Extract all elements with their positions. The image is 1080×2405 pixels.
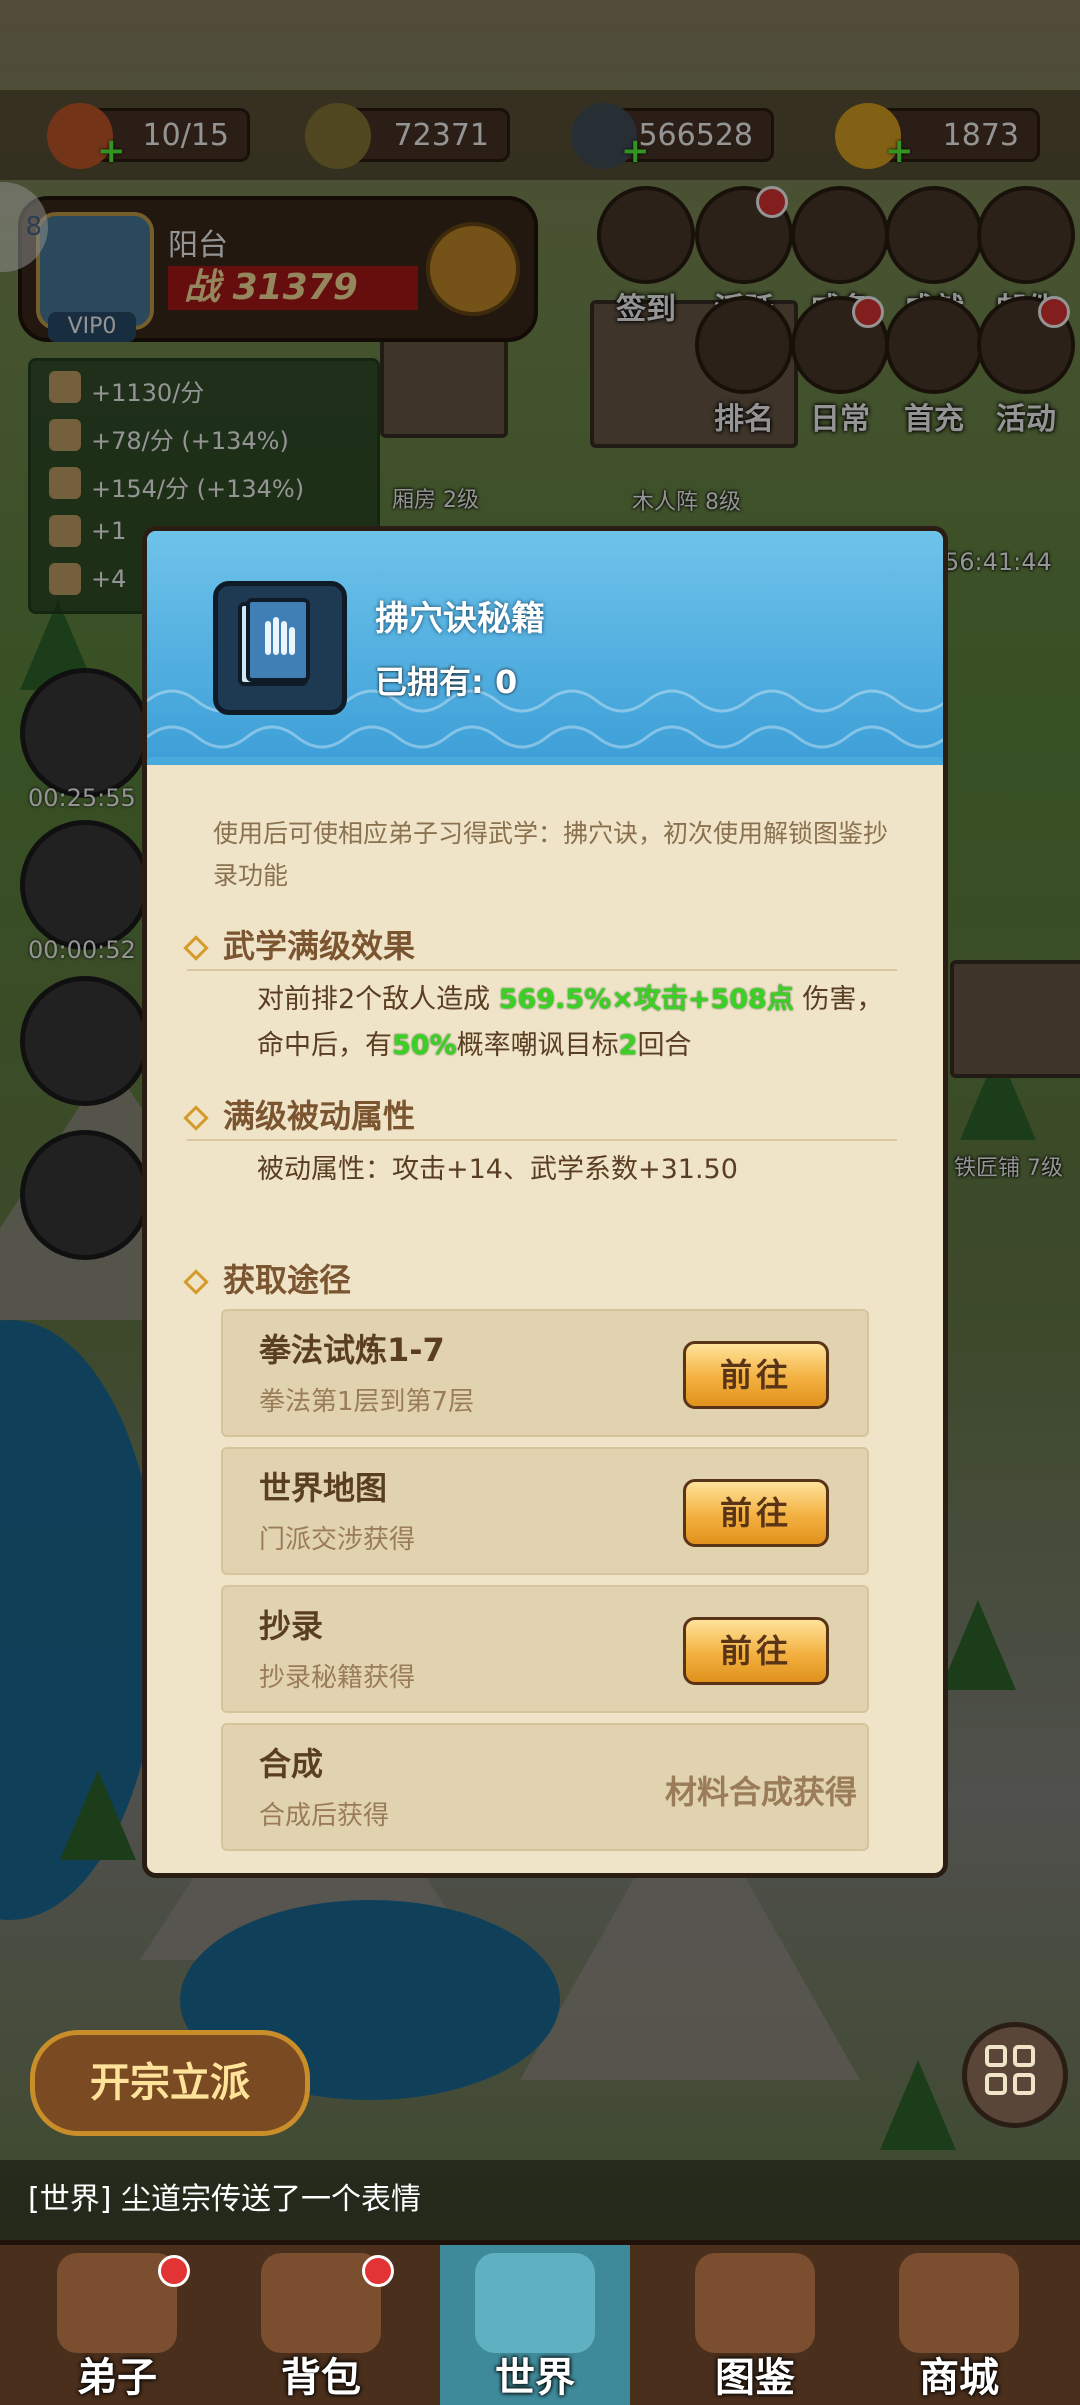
effect-text: 概率嘲讽目标 [456, 1030, 619, 1061]
effect-text: 对前排2个敌人造成 [257, 984, 499, 1015]
go-button[interactable]: 前往 [683, 1479, 829, 1547]
route-name: 抄录 [259, 1607, 324, 1645]
item-detail-modal: 拂穴诀秘籍 已拥有: 0 使用后可使相应弟子习得武学：拂穴诀，初次使用解锁图鉴抄… [142, 526, 948, 1878]
tab-disciples[interactable]: 弟子 [22, 2245, 212, 2405]
effect-text: 回合 [637, 1030, 692, 1061]
section-max-effect: 武学满级效果 [183, 921, 416, 967]
passive-text: 被动属性：攻击+14、武学系数+31.50 [257, 1154, 738, 1185]
item-icon-frame [213, 581, 347, 715]
notification-badge [158, 2255, 190, 2287]
route-subtitle: 抄录秘籍获得 [259, 1663, 416, 1693]
go-button[interactable]: 前往 [683, 1341, 829, 1409]
tab-label: 背包 [281, 2355, 361, 2401]
max-effect-text: 对前排2个敌人造成 569.5%×攻击+508点 伤害，命中后，有50%概率嘲讽… [257, 977, 897, 1069]
codex-icon [695, 2253, 815, 2353]
wave-decoration [147, 725, 943, 749]
diamond-icon [183, 1269, 209, 1295]
grid-icon [985, 2045, 1035, 2095]
effect-highlight: 50% [392, 1030, 457, 1061]
section-title: 满级被动属性 [223, 1097, 416, 1135]
go-button[interactable]: 前往 [683, 1617, 829, 1685]
diamond-icon [183, 935, 209, 961]
book-icon [238, 598, 310, 686]
notification-badge [362, 2255, 394, 2287]
section-title: 获取途径 [223, 1261, 352, 1299]
tab-shop[interactable]: 商城 [864, 2245, 1054, 2405]
route-subtitle: 门派交涉获得 [259, 1525, 416, 1555]
tab-codex[interactable]: 图鉴 [660, 2245, 850, 2405]
route-name: 合成 [259, 1745, 324, 1783]
tab-label: 商城 [919, 2355, 999, 2401]
route-row: 合成 合成后获得 材料合成获得 [221, 1723, 869, 1851]
shop-icon [899, 2253, 1019, 2353]
section-title: 武学满级效果 [223, 927, 416, 965]
item-description: 使用后可使相应弟子习得武学：拂穴诀，初次使用解锁图鉴抄录功能 [213, 819, 889, 890]
route-name: 拳法试炼1-7 [259, 1331, 445, 1369]
route-subtitle: 拳法第1层到第7层 [259, 1387, 475, 1417]
section-source: 获取途径 [183, 1255, 352, 1301]
route-note: 材料合成获得 [664, 1773, 857, 1811]
tab-label: 世界 [495, 2355, 575, 2401]
item-title: 拂穴诀秘籍 [375, 599, 545, 639]
effect-highlight: 2 [618, 1030, 638, 1061]
section-passive: 满级被动属性 [183, 1091, 416, 1137]
grid-menu-icon[interactable] [962, 2022, 1068, 2128]
item-owned-count: 已拥有: 0 [375, 663, 518, 701]
world-map-icon [475, 2253, 595, 2353]
modal-header: 拂穴诀秘籍 已拥有: 0 [147, 531, 943, 765]
route-row: 拳法试炼1-7 拳法第1层到第7层 前往 [221, 1309, 869, 1437]
route-row: 抄录 抄录秘籍获得 前往 [221, 1585, 869, 1713]
diamond-icon [183, 1105, 209, 1131]
tab-world[interactable]: 世界 [440, 2245, 630, 2405]
tab-backpack[interactable]: 背包 [226, 2245, 416, 2405]
divider [187, 969, 897, 971]
found-sect-button[interactable]: 开宗立派 [30, 2030, 310, 2136]
route-name: 世界地图 [259, 1469, 388, 1507]
effect-highlight: 569.5%×攻击+508点 [498, 984, 794, 1015]
tab-label: 图鉴 [715, 2355, 795, 2401]
route-subtitle: 合成后获得 [259, 1801, 390, 1831]
divider [187, 1139, 897, 1141]
route-row: 世界地图 门派交涉获得 前往 [221, 1447, 869, 1575]
tab-label: 弟子 [77, 2355, 157, 2401]
bottom-nav: 弟子 背包 世界 图鉴 商城 [0, 2240, 1080, 2405]
world-chat-ticker[interactable]: [世界] 尘道宗传送了一个表情 [0, 2160, 1080, 2240]
